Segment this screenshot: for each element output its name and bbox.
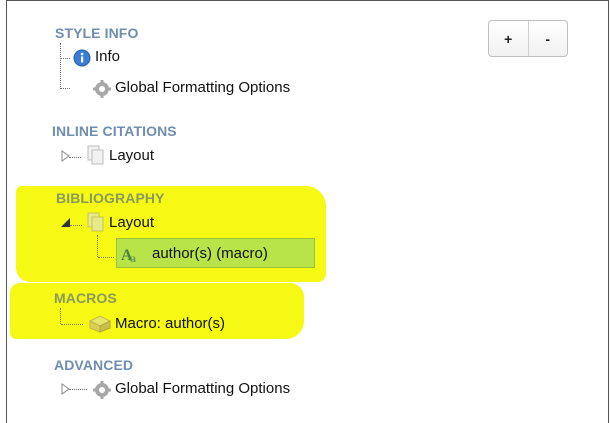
zoom-controls: + - — [488, 20, 568, 57]
tree-connector — [61, 58, 70, 59]
section-inline-citations: INLINE CITATIONS — [52, 123, 177, 139]
tree-item-global-formatting[interactable]: Global Formatting Options — [115, 79, 290, 96]
section-style-info: STYLE INFO — [55, 25, 139, 41]
tree-connector — [60, 43, 61, 89]
tree-item-inline-layout[interactable]: Layout — [109, 147, 154, 164]
zoom-out-button[interactable]: - — [527, 21, 568, 56]
tree-connector — [69, 157, 81, 158]
expand-arrow-icon[interactable] — [60, 149, 72, 163]
zoom-in-button[interactable]: + — [489, 21, 528, 56]
gear-icon — [93, 381, 111, 399]
tree-connector — [70, 225, 82, 226]
tree-item-author-macro[interactable]: author(s) (macro) — [152, 245, 268, 262]
tree-item-advanced-global-formatting[interactable]: Global Formatting Options — [115, 380, 290, 397]
section-macros: MACROS — [54, 290, 117, 306]
svg-text:a: a — [130, 251, 136, 265]
info-icon — [73, 49, 91, 67]
gear-icon — [93, 80, 111, 98]
tree-connector — [60, 308, 61, 324]
pages-icon — [87, 145, 104, 165]
macro-brick-icon — [88, 315, 112, 333]
section-advanced: ADVANCED — [54, 357, 134, 373]
tree-connector — [97, 235, 98, 257]
pages-icon — [87, 212, 104, 232]
section-bibliography: BIBLIOGRAPHY — [56, 190, 165, 206]
tree-connector — [61, 88, 70, 89]
collapse-arrow-icon[interactable] — [60, 217, 72, 229]
tree-connector — [98, 257, 114, 258]
tree-item-macro-author[interactable]: Macro: author(s) — [115, 315, 225, 332]
tree-item-bibliography-layout[interactable]: Layout — [109, 214, 154, 231]
tree-connector — [69, 389, 87, 390]
tree-connector — [61, 324, 83, 325]
text-format-icon: A a — [121, 247, 136, 265]
tree-item-info[interactable]: Info — [95, 48, 120, 65]
